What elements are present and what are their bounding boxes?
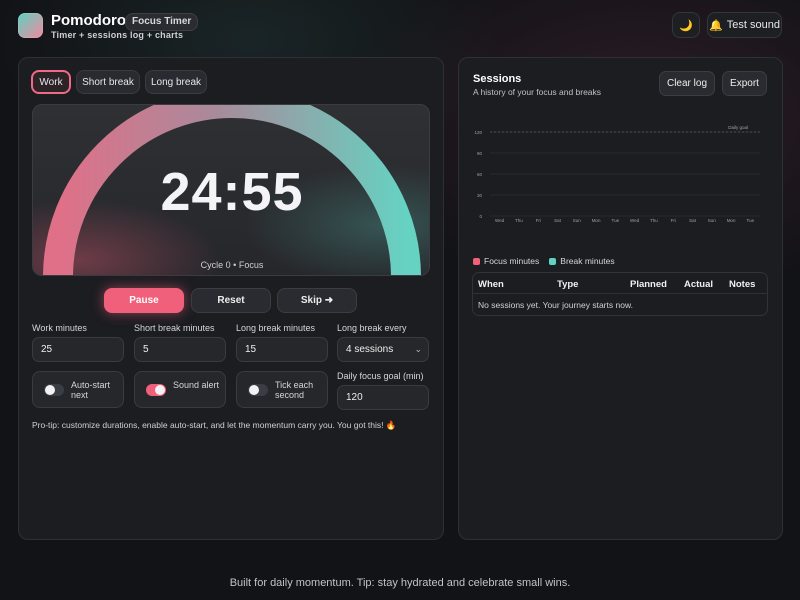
footer-text: Built for daily momentum. Tip: stay hydr… <box>229 577 571 589</box>
legend-focus-label: Focus minutes <box>484 256 540 266</box>
bell-icon: 🔔 <box>709 19 723 32</box>
short-break-minutes-label: Short break minutes <box>134 323 215 333</box>
app-logo <box>18 13 43 38</box>
work-minutes-input[interactable]: 25 <box>32 337 124 362</box>
tick-label: Tick each second <box>275 380 314 400</box>
test-sound-button[interactable]: 🔔 Test sound <box>707 12 782 38</box>
daily-goal-value: 120 <box>346 392 363 403</box>
app-title: Pomodoro <box>51 12 126 29</box>
x-tick-label: Sat <box>554 218 562 223</box>
sessions-chart: 0 30 60 90 120 Daily goal Wed Thu Fri Sat Sun Mon Tu… <box>474 125 760 223</box>
tab-work[interactable]: Work <box>31 70 71 94</box>
sessions-title: Sessions <box>473 73 522 85</box>
x-tick-label: Sat <box>689 218 697 223</box>
empty-sessions-message: No sessions yet. Your journey starts now… <box>478 300 633 310</box>
chart-legend: Focus minutes Break minutes <box>473 256 615 266</box>
tab-long-break[interactable]: Long break <box>145 70 207 94</box>
daily-goal-input[interactable]: 120 <box>337 385 429 410</box>
x-tick-label: Fri <box>671 218 676 223</box>
long-break-every-select[interactable]: 4 sessions ⌄ <box>337 337 429 362</box>
daily-goal-label: Daily focus goal (min) <box>337 371 424 381</box>
x-tick-label: Tue <box>612 218 620 223</box>
sound-alert-label: Sound alert <box>173 380 220 390</box>
work-minutes-label: Work minutes <box>32 323 87 333</box>
x-tick-label: Mon <box>727 218 736 223</box>
chevron-down-icon: ⌄ <box>414 344 422 354</box>
x-tick-label: Wed <box>495 218 505 223</box>
auto-start-label: Auto-start next <box>71 380 111 400</box>
pause-button[interactable]: Pause <box>104 288 184 313</box>
sound-alert-toggle[interactable]: Sound alert <box>134 371 226 408</box>
legend-break: Break minutes <box>549 256 615 266</box>
x-tick-label: Mon <box>592 218 601 223</box>
break-swatch <box>549 257 557 265</box>
sound-alert-switch[interactable] <box>146 384 166 396</box>
legend-focus: Focus minutes <box>473 256 539 266</box>
tick-toggle[interactable]: Tick each second <box>236 371 328 408</box>
moon-icon: 🌙 <box>679 19 693 32</box>
timer-time: 24:55 <box>160 162 304 222</box>
legend-break-label: Break minutes <box>560 256 615 266</box>
y-tick-label: 0 <box>479 214 482 219</box>
x-tick-label: Thu <box>515 218 523 223</box>
app-subtitle: Timer + sessions log + charts <box>51 30 184 40</box>
long-break-every-label: Long break every <box>337 323 407 333</box>
y-tick-label: 120 <box>474 130 482 135</box>
pro-tip: Pro-tip: customize durations, enable aut… <box>32 420 397 430</box>
x-tick-label: Sun <box>708 218 717 223</box>
clear-log-button[interactable]: Clear log <box>659 71 715 96</box>
tick-switch[interactable] <box>248 384 268 396</box>
table-header-type: Type <box>557 279 579 290</box>
table-header-actual: Actual <box>684 279 714 290</box>
short-break-minutes-value: 5 <box>143 344 149 355</box>
cycle-label: Cycle 0 • Focus <box>200 260 264 270</box>
theme-toggle-button[interactable]: 🌙 <box>672 12 700 38</box>
x-tick-label: Thu <box>650 218 658 223</box>
long-break-minutes-value: 15 <box>245 344 257 355</box>
auto-start-toggle[interactable]: Auto-start next <box>32 371 124 408</box>
sessions-subtitle: A history of your focus and breaks <box>473 87 602 97</box>
table-divider <box>472 293 768 294</box>
goal-line-label: Daily goal <box>728 125 748 130</box>
x-tick-label: Wed <box>630 218 640 223</box>
table-header-notes: Notes <box>729 279 756 290</box>
x-tick-label: Fri <box>536 218 541 223</box>
short-break-minutes-input[interactable]: 5 <box>134 337 226 362</box>
timer-display-card: 24:55 Cycle 0 • Focus <box>32 104 430 276</box>
long-break-minutes-label: Long break minutes <box>236 323 316 333</box>
test-sound-label: Test sound <box>726 19 780 31</box>
work-minutes-value: 25 <box>41 344 53 355</box>
export-button[interactable]: Export <box>722 71 767 96</box>
skip-button[interactable]: Skip ➜ <box>277 288 357 313</box>
focus-swatch <box>473 257 480 265</box>
table-header-when: When <box>478 279 504 290</box>
long-break-minutes-input[interactable]: 15 <box>236 337 328 362</box>
y-tick-label: 60 <box>477 172 483 177</box>
y-tick-label: 30 <box>477 193 483 198</box>
reset-button[interactable]: Reset <box>191 288 271 313</box>
x-tick-label: Tue <box>747 218 755 223</box>
long-break-every-value: 4 sessions <box>346 344 394 355</box>
y-tick-label: 90 <box>477 151 483 156</box>
table-header-planned: Planned <box>630 279 667 290</box>
app-badge: Focus Timer <box>125 13 199 31</box>
auto-start-switch[interactable] <box>44 384 64 396</box>
tab-short-break[interactable]: Short break <box>76 70 140 94</box>
x-tick-label: Sun <box>573 218 582 223</box>
